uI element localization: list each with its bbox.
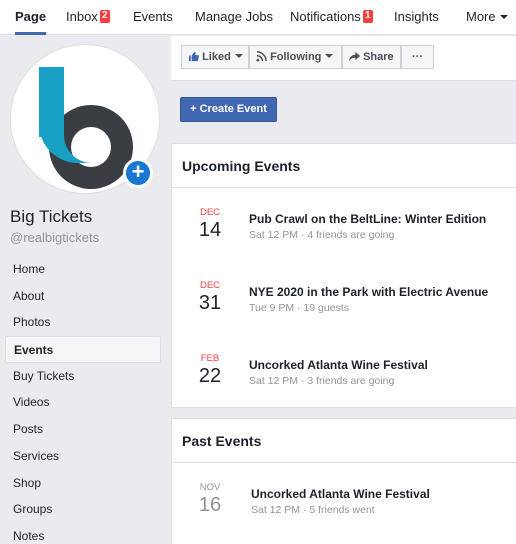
event-row[interactable]: NOV 16 Uncorked Atlanta Wine Festival Sa… [172, 467, 516, 539]
sidebar-item-events[interactable]: Events [5, 336, 161, 363]
event-day: 22 [198, 365, 222, 387]
tab-label: Page [15, 9, 47, 24]
tab-label: Insights [394, 9, 439, 24]
event-row[interactable]: DEC 14 Pub Crawl on the BeltLine: Winter… [172, 194, 516, 266]
sidebar-item-label: Groups [13, 502, 53, 517]
tab-page[interactable]: Page [15, 0, 47, 35]
event-meta: Sat 12 PM · 4 friends are going [249, 229, 395, 241]
chevron-down-icon [234, 54, 243, 58]
event-day: 16 [198, 494, 222, 516]
more-options-icon: ··· [412, 51, 423, 63]
sidebar-item-videos[interactable]: Videos [5, 389, 161, 416]
more-options-button[interactable]: ··· [401, 45, 434, 69]
sidebar-item-shop[interactable]: Shop [5, 470, 161, 497]
sidebar-item-photos[interactable]: Photos [5, 309, 161, 336]
page-username[interactable]: @realbigtickets [10, 230, 99, 245]
sidebar-item-label: Videos [13, 395, 50, 410]
sidebar-item-label: Shop [13, 475, 42, 490]
tab-label: Events [133, 9, 173, 24]
sidebar-item-home[interactable]: Home [5, 256, 161, 283]
sidebar-item-label: Notes [13, 528, 45, 543]
add-photo-plus-icon[interactable]: + [123, 158, 153, 188]
inbox-count-badge: 2 [99, 10, 110, 23]
card-divider [172, 187, 516, 188]
event-title[interactable]: NYE 2020 in the Park with Electric Avenu… [249, 285, 488, 299]
page-actions-toolbar: Liked Following Share ··· [171, 36, 516, 81]
past-events-title: Past Events [182, 433, 262, 449]
tab-insights[interactable]: Insights [394, 0, 439, 35]
tab-label: Notifications [290, 9, 361, 24]
event-title[interactable]: Uncorked Atlanta Wine Festival [249, 358, 428, 372]
sidebar-item-notes[interactable]: Notes [5, 523, 161, 544]
upcoming-events-title: Upcoming Events [182, 158, 301, 174]
event-month: DEC [199, 207, 221, 218]
event-month: NOV [199, 482, 221, 493]
event-row[interactable]: DEC 31 NYE 2020 in the Park with Electri… [172, 267, 516, 339]
sidebar-item-groups[interactable]: Groups [5, 496, 161, 523]
event-meta: Sat 12 PM · 3 friends are going [249, 375, 395, 387]
following-label: Following [270, 51, 322, 63]
page-sidebar: + Big Tickets @realbigtickets Home About… [0, 36, 170, 544]
tab-label: Manage Jobs [195, 9, 274, 24]
tab-notifications[interactable]: Notifications 1 [290, 0, 373, 35]
past-events-card: Past Events NOV 16 Uncorked Atlanta Wine… [171, 418, 516, 544]
sidebar-item-posts[interactable]: Posts [5, 416, 161, 443]
sidebar-item-label: About [13, 288, 45, 303]
chevron-down-icon [325, 54, 334, 58]
card-divider [172, 462, 516, 463]
tab-events[interactable]: Events [133, 0, 173, 35]
event-day: 14 [198, 219, 222, 241]
liked-label: Liked [202, 51, 231, 63]
sidebar-item-services[interactable]: Services [5, 443, 161, 470]
sidebar-item-label: Events [14, 343, 54, 358]
tab-more[interactable]: More [466, 0, 508, 35]
sidebar-item-label: Photos [13, 315, 51, 330]
event-month: DEC [199, 280, 221, 291]
page-tabs-bar: Page Inbox 2 Events Manage Jobs Notificat… [0, 0, 516, 35]
sidebar-item-buy-tickets[interactable]: Buy Tickets [5, 363, 161, 390]
share-button[interactable]: Share [342, 45, 401, 69]
page-name: Big Tickets [10, 207, 93, 226]
event-row[interactable]: FEB 22 Uncorked Atlanta Wine Festival Sa… [172, 340, 516, 412]
sidebar-item-label: Home [13, 262, 46, 276]
event-title[interactable]: Uncorked Atlanta Wine Festival [251, 487, 430, 501]
sidebar-item-about[interactable]: About [5, 283, 161, 310]
thumbs-up-icon [188, 51, 199, 62]
notifications-count-badge: 1 [362, 10, 373, 23]
event-month: FEB [200, 353, 220, 364]
upcoming-events-card: Upcoming Events DEC 14 Pub Crawl on the … [171, 143, 516, 408]
sidebar-item-label: Buy Tickets [13, 368, 75, 383]
event-meta: Sat 12 PM · 5 friends went [251, 504, 375, 516]
sidebar-item-label: Services [13, 448, 60, 463]
chevron-down-icon [499, 15, 508, 19]
tab-manage-jobs[interactable]: Manage Jobs [195, 0, 273, 35]
event-meta: Tue 9 PM · 19 guests [249, 302, 349, 314]
share-label: Share [363, 51, 394, 63]
share-arrow-icon [349, 51, 360, 62]
rss-feed-icon [256, 51, 267, 62]
following-button[interactable]: Following [249, 45, 342, 69]
event-day: 31 [198, 292, 222, 314]
tab-label: Inbox [66, 9, 98, 24]
sidebar-item-label: Posts [13, 422, 44, 437]
event-title[interactable]: Pub Crawl on the BeltLine: Winter Editio… [249, 212, 486, 226]
page-nav-list: Home About Photos Events Buy Tickets Vid… [5, 256, 161, 544]
create-event-button[interactable]: + Create Event [180, 97, 277, 122]
tab-label: More [466, 9, 496, 24]
tab-inbox[interactable]: Inbox 2 [66, 0, 110, 35]
liked-button[interactable]: Liked [181, 45, 249, 69]
